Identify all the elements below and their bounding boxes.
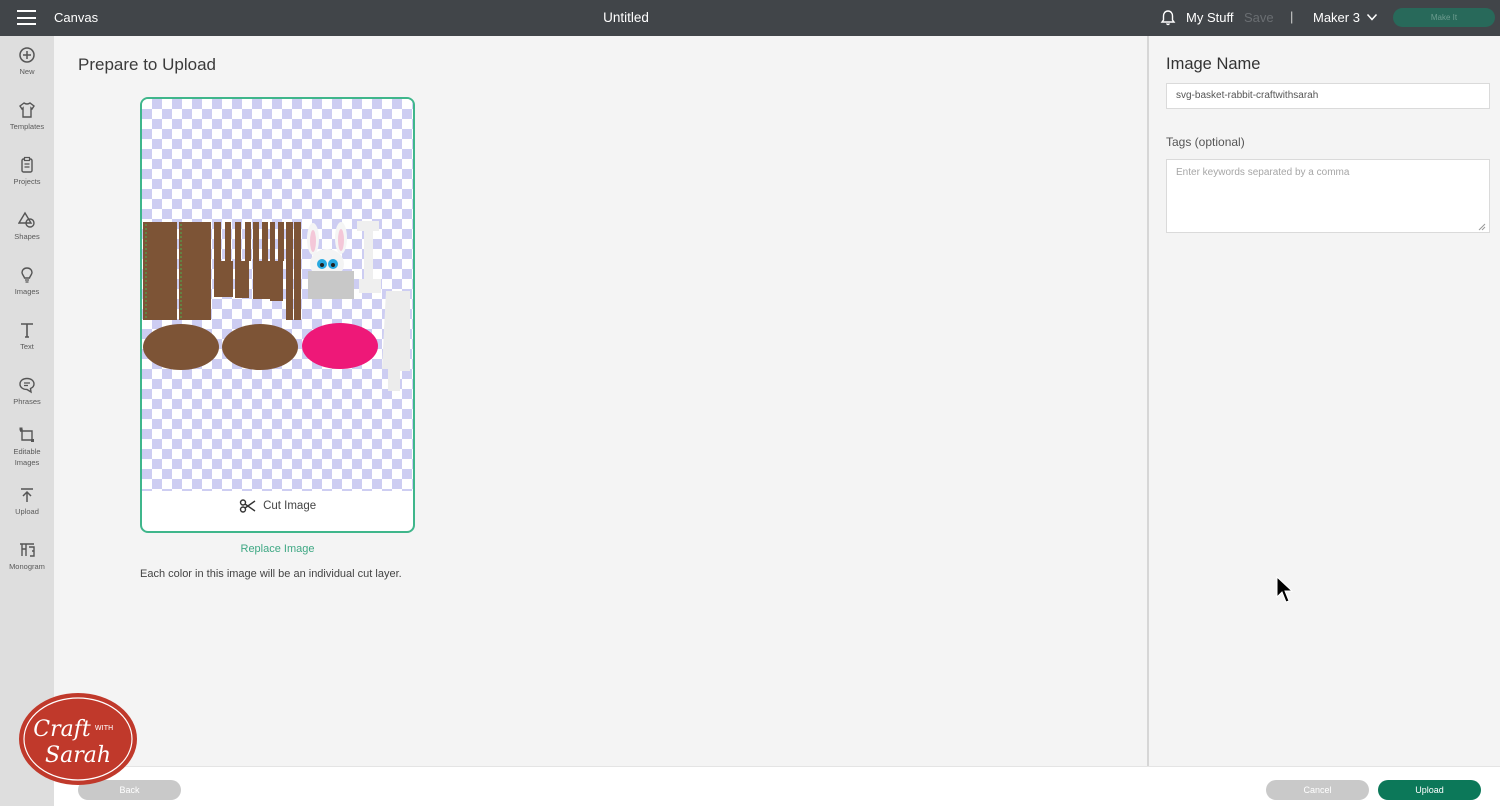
cancel-button[interactable]: Cancel <box>1266 780 1369 800</box>
white-piece <box>357 221 381 293</box>
scissors-icon <box>239 499 256 513</box>
plus-circle-icon <box>19 47 35 63</box>
white-piece <box>382 291 410 391</box>
image-name-input[interactable]: svg-basket-rabbit-craftwithsarah <box>1166 83 1490 109</box>
sidebar-item-monogram[interactable]: Monogram <box>0 541 54 572</box>
machine-selector[interactable]: Maker 3 <box>1313 10 1360 25</box>
tags-input[interactable] <box>1166 159 1490 233</box>
egg-pink <box>302 323 378 369</box>
sidebar-item-phrases[interactable]: Phrases <box>0 376 54 407</box>
svg-text:Sarah: Sarah <box>45 743 111 768</box>
editable-image-icon <box>19 427 34 442</box>
egg-brown <box>143 324 219 370</box>
sidebar-item-editable-images[interactable]: Editable Images <box>0 426 54 468</box>
svg-text:Craft: Craft <box>33 717 91 742</box>
sidebar-item-label: Templates <box>9 122 45 131</box>
sidebar-item-label: Editable Images <box>13 447 41 467</box>
basket-strip <box>214 222 233 297</box>
chevron-down-icon[interactable] <box>1366 11 1378 23</box>
sidebar-item-label: Text <box>20 342 34 351</box>
resize-grip-icon[interactable] <box>1478 223 1486 231</box>
basket-strip <box>235 222 251 298</box>
shapes-icon <box>18 211 35 228</box>
sidebar-item-images[interactable]: Images <box>0 266 54 297</box>
mouse-cursor-icon <box>1276 576 1294 603</box>
cut-layer-note: Each color in this image will be an indi… <box>140 568 402 580</box>
upload-icon <box>21 488 33 502</box>
sidebar-item-label: Images <box>14 287 40 296</box>
speech-bubble-icon <box>19 377 35 394</box>
monogram-icon <box>20 543 35 557</box>
basket-strip <box>253 222 271 299</box>
shirt-icon <box>19 102 35 118</box>
rabbit-ear <box>310 230 316 252</box>
bell-icon[interactable] <box>1160 9 1176 27</box>
lightbulb-icon <box>21 267 33 283</box>
document-title[interactable]: Untitled <box>0 10 1252 25</box>
sidebar-item-upload[interactable]: Upload <box>0 486 54 517</box>
sidebar-item-label: Projects <box>13 177 41 186</box>
bottom-bar: Back Cancel Upload <box>54 766 1500 806</box>
basket-strip <box>286 222 293 320</box>
svg-text:WITH: WITH <box>95 724 114 732</box>
basket-strip <box>294 222 301 320</box>
sidebar-item-new[interactable]: New <box>0 46 54 77</box>
sidebar-item-label: Monogram <box>9 562 45 571</box>
replace-image-link[interactable]: Replace Image <box>140 543 415 555</box>
left-sidebar: New Templates Projects Shapes Images Tex… <box>0 36 54 806</box>
topbar-divider: | <box>1290 9 1294 24</box>
cut-image-row: Cut Image <box>142 499 413 513</box>
sidebar-item-text[interactable]: Text <box>0 321 54 352</box>
sidebar-item-shapes[interactable]: Shapes <box>0 211 54 242</box>
top-bar: Canvas Untitled My Stuff Save | Maker 3 … <box>0 0 1500 36</box>
rabbit-ear <box>338 229 344 251</box>
egg-brown <box>222 324 298 370</box>
text-icon <box>21 323 33 338</box>
basket-strip <box>143 222 177 320</box>
save-button[interactable]: Save <box>1244 10 1274 25</box>
page-title: Prepare to Upload <box>78 55 216 74</box>
clipboard-icon <box>21 156 33 173</box>
basket-strip <box>179 222 211 320</box>
tags-label: Tags (optional) <box>1166 135 1245 149</box>
sidebar-item-label: New <box>19 67 35 76</box>
uploaded-image-preview <box>143 221 410 391</box>
rabbit-sign <box>308 271 354 299</box>
image-preview-card: Cut Image <box>140 97 415 533</box>
sidebar-item-projects[interactable]: Projects <box>0 156 54 187</box>
sidebar-item-templates[interactable]: Templates <box>0 101 54 132</box>
craft-with-sarah-logo: Craft WITH Sarah <box>19 693 137 785</box>
image-name-title: Image Name <box>1166 55 1261 73</box>
cut-image-label: Cut Image <box>263 500 317 513</box>
sidebar-item-label: Upload <box>15 507 39 516</box>
sidebar-item-label: Shapes <box>14 232 40 241</box>
make-it-button[interactable]: Make It <box>1393 8 1495 27</box>
sidebar-item-label: Phrases <box>13 397 41 406</box>
basket-strip <box>270 222 284 301</box>
upload-button[interactable]: Upload <box>1378 780 1481 800</box>
my-stuff-link[interactable]: My Stuff <box>1186 10 1233 25</box>
right-panel: Image Name svg-basket-rabbit-craftwithsa… <box>1147 36 1500 766</box>
